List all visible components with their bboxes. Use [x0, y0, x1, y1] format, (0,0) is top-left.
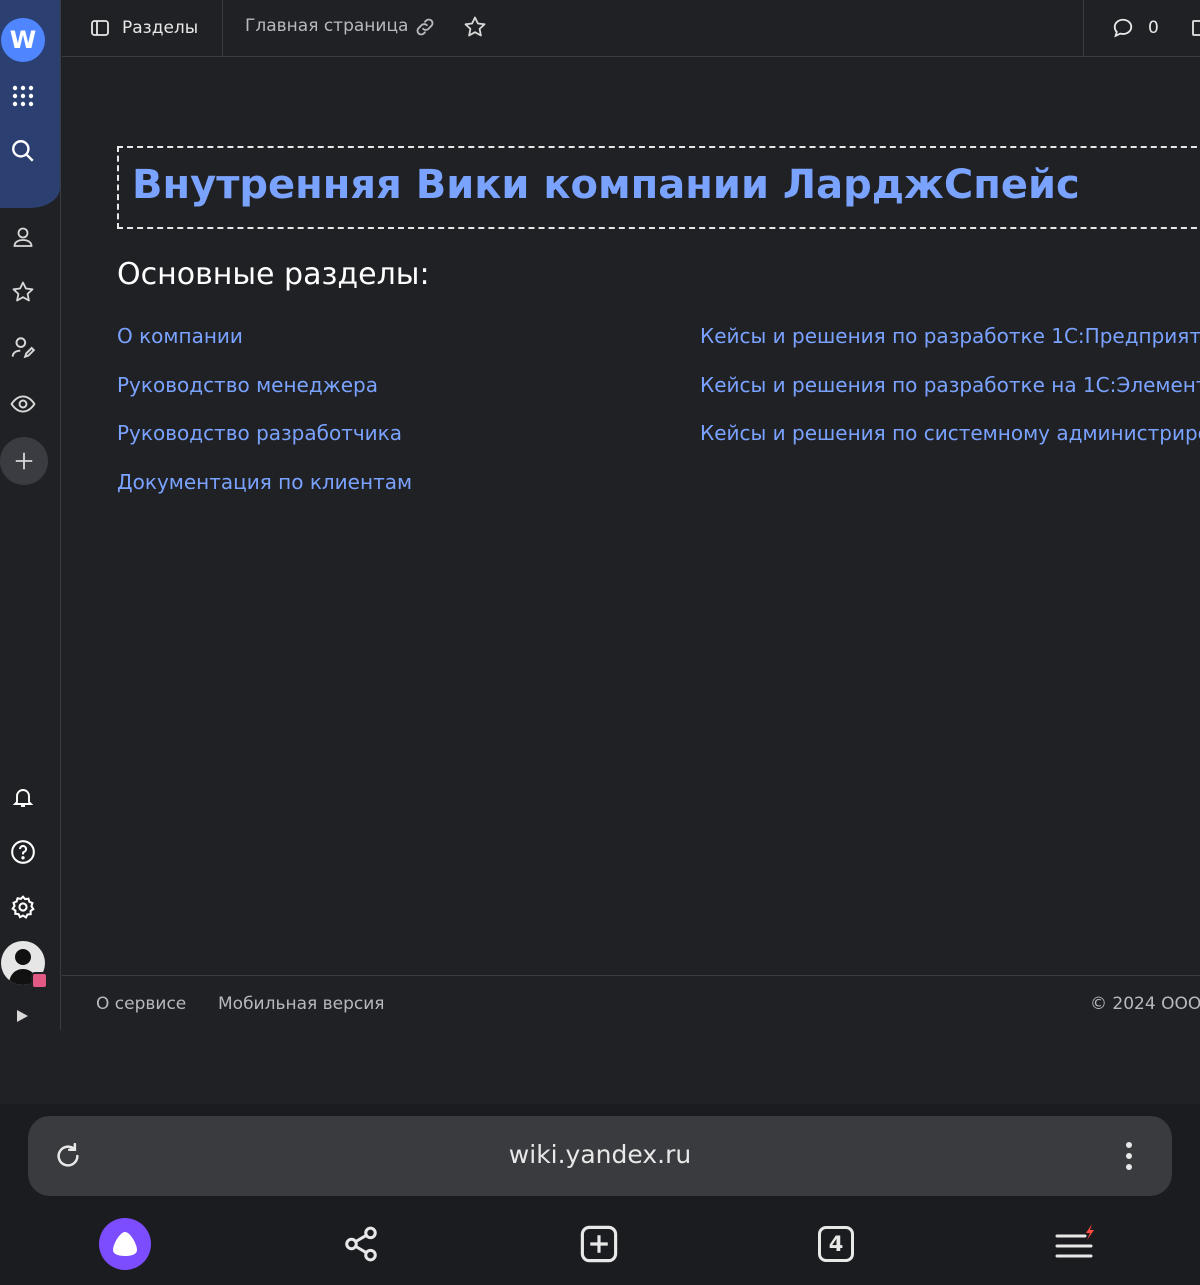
share-icon — [345, 1226, 377, 1262]
person-edit-icon[interactable] — [8, 333, 38, 363]
link-cases-sysadmin[interactable]: Кейсы и решения по системному администри… — [700, 420, 1200, 469]
expand-arrow-icon[interactable] — [14, 1008, 30, 1028]
link-about-company[interactable]: О компании — [117, 323, 412, 372]
page-actions-icon[interactable] — [1192, 20, 1200, 36]
help-icon[interactable] — [8, 837, 38, 867]
link-cases-1c-enterprise[interactable]: Кейсы и решения по разработке 1С:Предпри… — [700, 323, 1200, 372]
add-tab-icon — [580, 1225, 618, 1263]
page-title-block: Внутренняя Вики компании ЛарджСпейс — [117, 146, 1200, 229]
new-tab-button[interactable] — [571, 1216, 627, 1272]
sidebar-toggle-icon — [91, 20, 109, 36]
link-manager-guide[interactable]: Руководство менеджера — [117, 372, 412, 421]
copy-link-icon[interactable] — [414, 16, 436, 42]
footer-mobile-link[interactable]: Мобильная версия — [218, 994, 385, 1014]
eye-icon[interactable] — [8, 389, 38, 419]
sections-button[interactable]: Разделы — [62, 0, 223, 56]
sections-label: Разделы — [122, 18, 199, 38]
footer-copyright: © 2024 ООО « — [1090, 994, 1200, 1014]
share-button[interactable] — [333, 1216, 389, 1272]
wiki-logo[interactable]: W — [1, 18, 45, 62]
address-bar[interactable]: wiki.yandex.ru — [28, 1116, 1172, 1196]
url-text[interactable]: wiki.yandex.ru — [28, 1140, 1172, 1169]
browser-chrome: wiki.yandex.ru 4 — [0, 1104, 1200, 1285]
browser-menu-button[interactable] — [1045, 1216, 1101, 1272]
comment-icon — [1113, 18, 1133, 38]
alice-assistant-button[interactable] — [97, 1216, 153, 1272]
favorite-star-icon[interactable] — [463, 15, 487, 43]
footer-about-link[interactable]: О сервисе — [96, 994, 186, 1014]
wiki-app: W Разделы Главная страница 0 Внутренняя … — [0, 0, 1200, 1104]
tabs-count: 4 — [818, 1226, 854, 1262]
comments-button[interactable]: 0 — [1083, 0, 1200, 56]
gear-icon[interactable] — [8, 892, 38, 922]
apps-grid-icon[interactable] — [8, 81, 38, 111]
plus-icon — [15, 452, 33, 470]
left-rail: W — [0, 0, 61, 1030]
add-button[interactable] — [0, 437, 48, 485]
link-cases-1c-element[interactable]: Кейсы и решения по разработке на 1С:Элем… — [700, 372, 1200, 421]
section-heading: Основные разделы: — [117, 257, 430, 292]
link-developer-guide[interactable]: Руководство разработчика — [117, 420, 412, 469]
search-icon[interactable] — [8, 136, 38, 166]
star-icon[interactable] — [8, 277, 38, 307]
menu-lightning-icon — [1055, 1224, 1094, 1258]
comments-count: 0 — [1148, 18, 1159, 38]
alice-icon — [99, 1218, 151, 1270]
tabs-button[interactable]: 4 — [808, 1216, 864, 1272]
person-icon[interactable] — [8, 222, 38, 252]
link-client-docs[interactable]: Документация по клиентам — [117, 469, 412, 518]
links-column-right: Кейсы и решения по разработке 1С:Предпри… — [700, 323, 1200, 469]
top-header: Разделы Главная страница 0 — [62, 0, 1200, 57]
links-column-left: О компании Руководство менеджера Руковод… — [117, 323, 412, 517]
bell-icon[interactable] — [8, 782, 38, 812]
page-footer: О сервисе Мобильная версия © 2024 ООО « — [62, 975, 1200, 1035]
breadcrumb[interactable]: Главная страница — [245, 16, 408, 36]
page-title: Внутренняя Вики компании ЛарджСпейс — [132, 162, 1080, 208]
briefcase-badge-icon — [31, 972, 48, 989]
more-menu-icon[interactable] — [1125, 1140, 1133, 1176]
